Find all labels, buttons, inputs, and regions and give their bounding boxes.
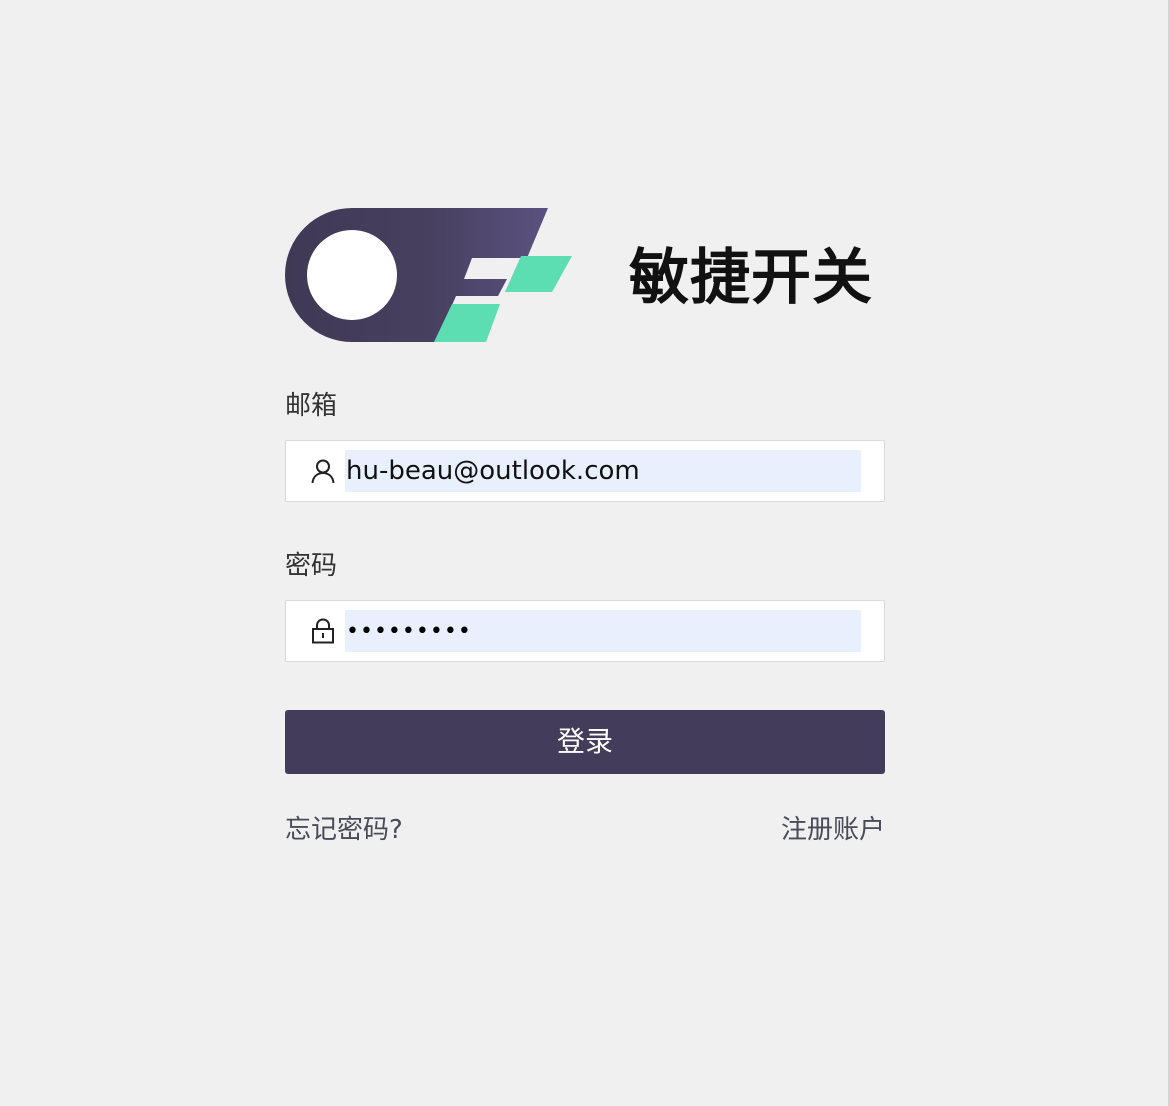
forgot-password-link[interactable]: 忘记密码? bbox=[285, 812, 403, 848]
email-input[interactable] bbox=[345, 450, 861, 492]
logo-mark-icon bbox=[285, 208, 572, 342]
login-panel: 敏捷开关 邮箱 密码 登录 忘记密码? 注册账户 bbox=[285, 208, 885, 852]
logo-row: 敏捷开关 bbox=[285, 208, 885, 342]
login-button[interactable]: 登录 bbox=[285, 710, 885, 774]
password-label: 密码 bbox=[285, 551, 338, 581]
links-row: 忘记密码? 注册账户 bbox=[285, 812, 885, 852]
password-input[interactable] bbox=[345, 610, 861, 652]
brand-name: 敏捷开关 bbox=[629, 243, 873, 313]
user-icon bbox=[311, 459, 335, 484]
password-field[interactable] bbox=[285, 600, 885, 662]
email-field[interactable] bbox=[285, 440, 885, 502]
lock-icon bbox=[312, 618, 334, 644]
register-link[interactable]: 注册账户 bbox=[781, 812, 885, 848]
email-label: 邮箱 bbox=[285, 391, 338, 421]
